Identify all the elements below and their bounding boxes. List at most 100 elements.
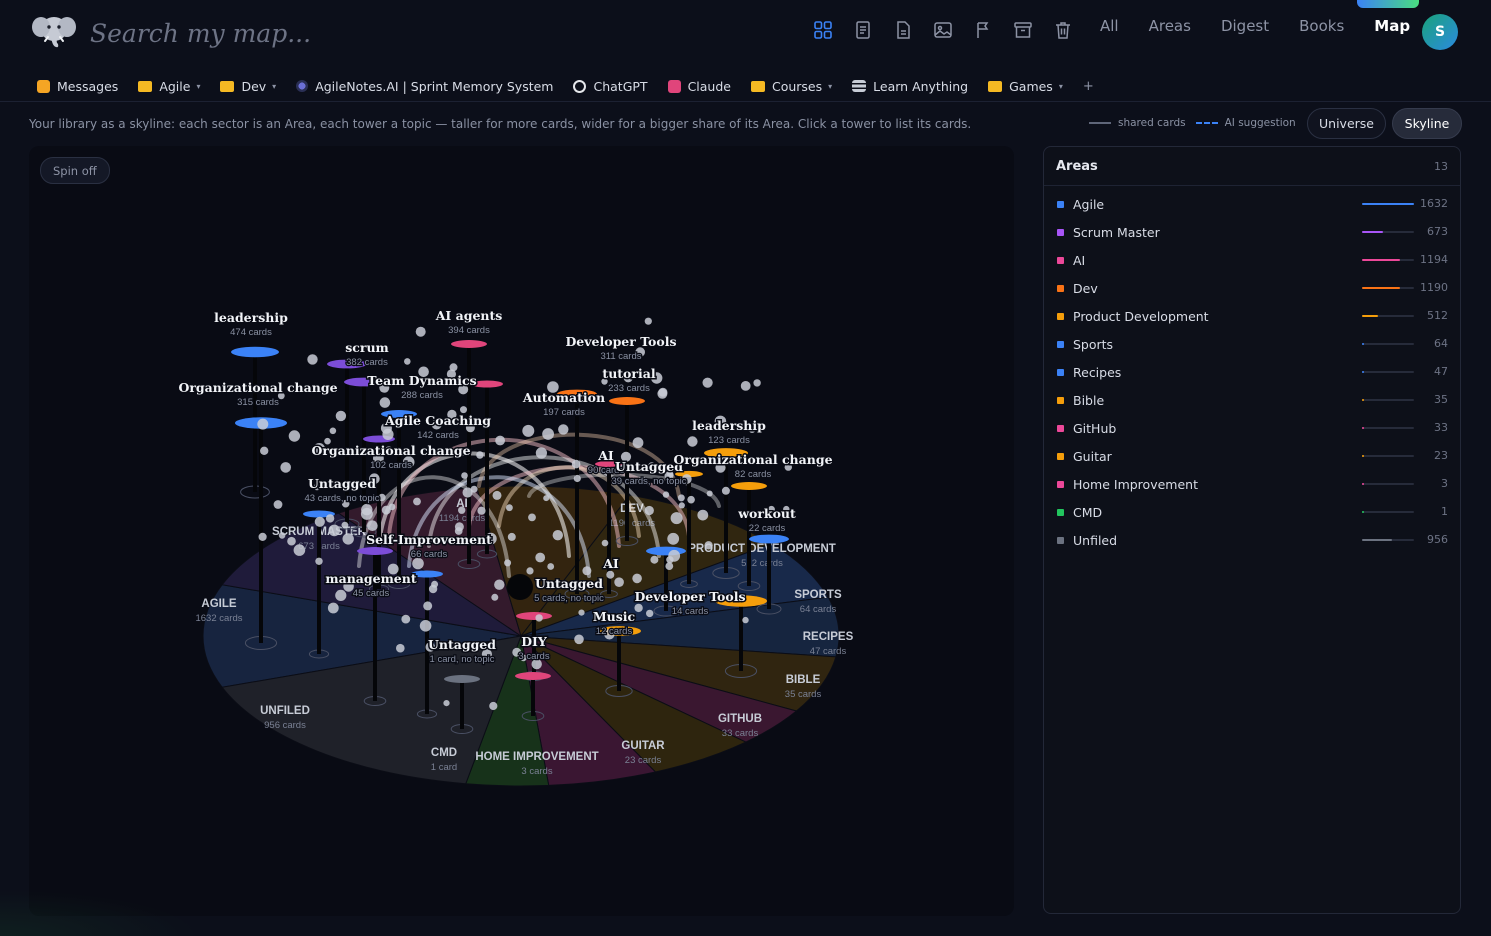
card-sphere	[382, 428, 394, 440]
area-row-home-improvement[interactable]: Home Improvement 3	[1044, 470, 1460, 498]
bookmark-learn-anything[interactable]: Learn Anything	[852, 79, 968, 94]
area-share-bar	[1362, 455, 1414, 457]
area-count: 1190	[1420, 281, 1448, 294]
card-sphere	[678, 502, 685, 509]
skyline-description: Your library as a skyline: each sector i…	[29, 117, 972, 131]
area-row-cmd[interactable]: CMD 1	[1044, 498, 1460, 526]
tower-card-count: 123 cards	[708, 435, 750, 446]
search-input[interactable]	[88, 14, 512, 52]
chevron-down-icon[interactable]: ▾	[1059, 82, 1063, 91]
card-sphere	[526, 567, 534, 575]
area-row-product-development[interactable]: Product Development 512	[1044, 302, 1460, 330]
area-row-recipes[interactable]: Recipes 47	[1044, 358, 1460, 386]
area-count: 1	[1441, 505, 1448, 518]
area-share-fill	[1362, 287, 1400, 289]
chevron-down-icon[interactable]: ▾	[196, 82, 200, 91]
area-count: 47	[1434, 365, 1448, 378]
card-sphere	[558, 424, 569, 435]
tower-cap	[451, 340, 487, 348]
card-sphere	[431, 580, 439, 588]
area-share-fill	[1362, 259, 1400, 261]
card-sphere	[423, 601, 433, 611]
area-row-bible[interactable]: Bible 35	[1044, 386, 1460, 414]
spin-toggle-button[interactable]: Spin off	[40, 157, 110, 184]
card-sphere	[697, 509, 709, 521]
area-share-bar	[1362, 343, 1414, 345]
area-color-swatch	[1057, 228, 1064, 236]
document-icon[interactable]	[893, 20, 913, 40]
area-row-dev[interactable]: Dev 1190	[1044, 274, 1460, 302]
archive-icon[interactable]	[1013, 20, 1033, 40]
card-sphere	[293, 544, 306, 556]
card-sphere	[677, 494, 685, 502]
add-bookmark-button[interactable]: +	[1083, 79, 1094, 94]
tower-label: Developer Tools	[634, 589, 745, 604]
chevron-down-icon[interactable]: ▾	[272, 82, 276, 91]
card-sphere	[740, 381, 751, 391]
bookmark-claude[interactable]: Claude	[667, 79, 731, 94]
tower-card-count: 12 cards	[596, 626, 633, 637]
card-sphere	[476, 451, 484, 459]
area-row-scrum-master[interactable]: Scrum Master 673	[1044, 218, 1460, 246]
user-avatar[interactable]: S	[1422, 14, 1458, 50]
nav-digest[interactable]: Digest	[1221, 17, 1269, 35]
elephant-logo-icon[interactable]	[32, 12, 76, 50]
skyline-3d-view[interactable]: AGILE1632 cardsSCRUM MASTER673 cardsAI11…	[29, 146, 1014, 916]
area-row-unfiled[interactable]: Unfiled 956	[1044, 526, 1460, 554]
card-sphere	[491, 593, 499, 601]
flag-icon[interactable]	[973, 20, 993, 40]
tower-cap	[731, 482, 767, 490]
sector-label: GUITAR	[621, 740, 665, 752]
trash-icon[interactable]	[1053, 20, 1073, 40]
tower-label: Automation	[522, 390, 605, 405]
legend-ai-label: AI suggestion	[1224, 117, 1296, 129]
area-row-ai[interactable]: AI 1194	[1044, 246, 1460, 274]
tower-label: leadership	[692, 418, 766, 433]
card-sphere	[273, 500, 283, 509]
bookmark-dev[interactable]: Dev ▾	[220, 79, 276, 94]
area-color-swatch	[1057, 508, 1064, 516]
card-sphere	[328, 524, 341, 537]
card-sphere	[458, 506, 466, 514]
tower-label: Agile Coaching	[384, 413, 491, 428]
area-name: Sports	[1073, 336, 1114, 352]
tower-label: Untagged	[428, 637, 496, 652]
card-sphere	[644, 505, 654, 516]
card-sphere	[506, 504, 513, 512]
area-share-fill	[1362, 315, 1378, 317]
area-name: Recipes	[1073, 364, 1122, 380]
nav-areas[interactable]: Areas	[1149, 17, 1191, 35]
chevron-down-icon[interactable]: ▾	[828, 82, 832, 91]
area-name: Agile	[1073, 196, 1105, 212]
area-row-github[interactable]: GitHub 33	[1044, 414, 1460, 442]
area-color-swatch	[1057, 536, 1064, 544]
area-name: Product Development	[1073, 308, 1209, 324]
grid-view-icon[interactable]	[813, 20, 833, 40]
area-row-agile[interactable]: Agile 1632	[1044, 190, 1460, 218]
note-list-icon[interactable]	[853, 20, 873, 40]
nav-all[interactable]: All	[1100, 17, 1119, 35]
bookmark-chatgpt[interactable]: ChatGPT	[573, 79, 648, 94]
image-icon[interactable]	[933, 20, 953, 40]
nav-map[interactable]: Map	[1374, 17, 1410, 35]
area-row-guitar[interactable]: Guitar 23	[1044, 442, 1460, 470]
bookmark-games[interactable]: Games ▾	[988, 79, 1063, 94]
tower-card-count: 5 cards, no topic	[534, 593, 604, 604]
bookmark-messages[interactable]: Messages	[37, 79, 118, 94]
tower-card-count: 197 cards	[543, 407, 585, 418]
skyline-view-button[interactable]: Skyline	[1392, 108, 1462, 139]
folder-icon	[988, 80, 1003, 92]
skyline-canvas[interactable]: AGILE 1632 cards SCRUM MASTER 673 cards AI 11…	[29, 146, 1014, 916]
tower-label: Team Dynamics	[367, 373, 476, 388]
bookmark-agile[interactable]: Agile ▾	[138, 79, 200, 94]
card-sphere	[396, 643, 405, 653]
area-row-sports[interactable]: Sports 64	[1044, 330, 1460, 358]
bookmark-courses[interactable]: Courses ▾	[750, 79, 832, 94]
bookmark-agilenotes-ai-sprint-memory-system[interactable]: AgileNotes.AI | Sprint Memory System	[296, 79, 553, 94]
card-sphere	[687, 436, 698, 447]
card-sphere	[535, 614, 543, 622]
background-glow	[0, 890, 200, 936]
area-count: 512	[1427, 309, 1448, 322]
nav-books[interactable]: Books	[1299, 17, 1344, 35]
universe-view-button[interactable]: Universe	[1307, 108, 1386, 139]
